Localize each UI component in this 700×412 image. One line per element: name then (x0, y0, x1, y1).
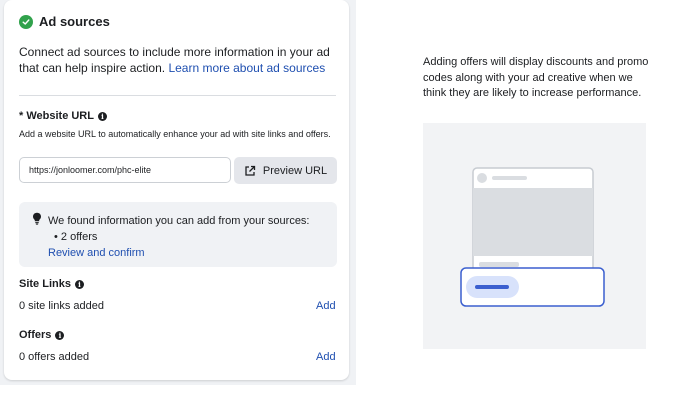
notice-text: We found information you can add from yo… (48, 215, 310, 227)
info-icon[interactable]: i (74, 279, 84, 289)
offers-description: Adding offers will display discounts and… (423, 56, 649, 99)
lightbulb-icon (33, 212, 41, 225)
add-offer-button[interactable]: Add (316, 351, 336, 363)
card-title: Ad sources (39, 14, 110, 29)
website-url-heading: * Website URL i (19, 110, 107, 122)
external-link-icon (245, 165, 256, 176)
divider (19, 95, 336, 96)
notice-offers-count: • 2 offers (54, 231, 98, 243)
learn-more-link[interactable]: Learn more about ad sources (168, 61, 325, 75)
website-url-help: Add a website URL to automatically enhan… (19, 129, 331, 139)
preview-url-button[interactable]: Preview URL (234, 157, 337, 184)
ad-preview-illustration (460, 167, 605, 307)
checkmark-circle-icon (19, 14, 33, 29)
offers-label: Offers (19, 329, 52, 341)
website-url-input[interactable] (19, 157, 231, 183)
offers-heading: Offers i (19, 329, 65, 341)
site-links-label: Site Links (19, 278, 71, 290)
website-url-label: * Website URL (19, 110, 94, 122)
preview-url-label: Preview URL (262, 164, 328, 177)
offer-illustration (423, 123, 646, 349)
site-links-heading: Site Links i (19, 278, 84, 290)
card-header: Ad sources (19, 14, 110, 29)
intro-paragraph: Connect ad sources to include more infor… (19, 44, 341, 76)
sources-notice: We found information you can add from yo… (19, 202, 337, 267)
offers-status: 0 offers added (19, 351, 90, 363)
add-site-link-button[interactable]: Add (316, 300, 336, 312)
site-links-status: 0 site links added (19, 300, 104, 312)
info-icon[interactable]: i (97, 111, 107, 121)
ad-sources-card: Ad sources Connect ad sources to include… (4, 0, 349, 380)
info-icon[interactable]: i (55, 330, 65, 340)
review-and-confirm-link[interactable]: Review and confirm (48, 245, 145, 261)
